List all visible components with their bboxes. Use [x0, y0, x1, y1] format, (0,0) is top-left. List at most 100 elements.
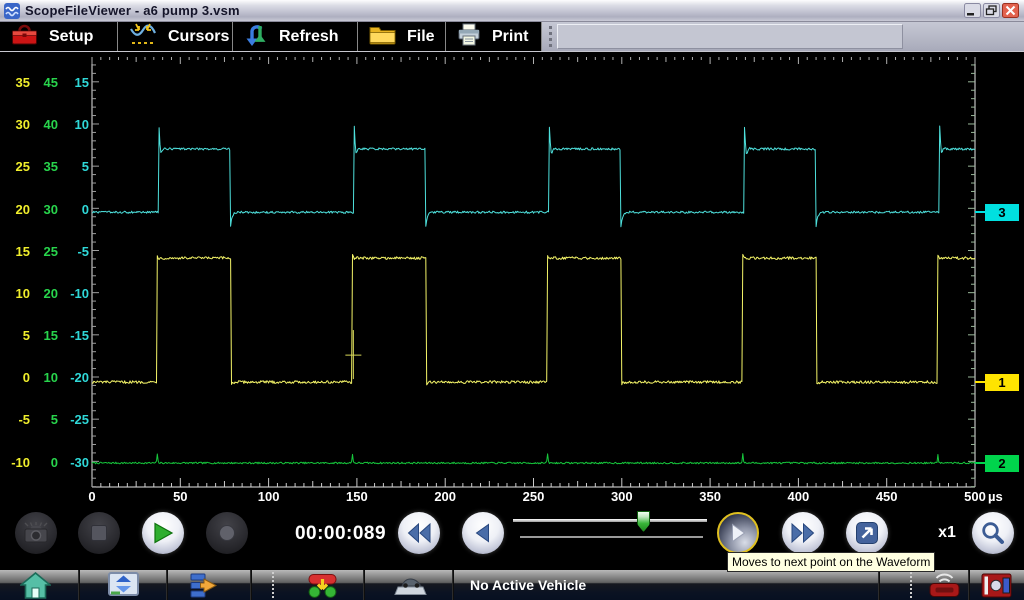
x-axis-unit: µs	[988, 489, 1003, 504]
fast-forward-button[interactable]	[782, 512, 824, 554]
y-axis-label-ch3: -10	[58, 285, 89, 303]
y-axis-label-ch3: 5	[58, 158, 89, 176]
toolbar-button-label: Cursors	[168, 28, 229, 46]
folder-icon	[369, 24, 396, 50]
y-axis-label-ch2: 40	[28, 116, 58, 134]
toolbar-button-cursors[interactable]: Cursors	[118, 22, 233, 51]
toolbar-button-label: Refresh	[279, 28, 339, 46]
channel-badge-1[interactable]: 1	[985, 374, 1019, 391]
taskbar: No Active Vehicle	[0, 570, 1024, 600]
window-title: ScopeFileViewer - a6 pump 3.vsm	[25, 3, 240, 18]
taskbar-separator	[78, 570, 80, 600]
waveform-plot[interactable]	[0, 52, 1024, 507]
toolbar-button-print[interactable]: Print	[446, 22, 542, 51]
vehicle-select-button[interactable]	[306, 572, 339, 600]
x-axis-label: 250	[509, 489, 559, 505]
y-axis-label-ch3: -30	[58, 454, 89, 472]
step-forward-icon	[727, 522, 749, 544]
position-slider-groove	[520, 536, 703, 538]
taskbar-separator	[452, 570, 454, 600]
cursors-icon	[129, 22, 157, 51]
stop-button[interactable]	[78, 512, 120, 554]
taskbar-separator	[166, 570, 168, 600]
close-button[interactable]	[1002, 3, 1019, 18]
y-axis-label-ch3: -25	[58, 411, 89, 429]
scope-display: 35302520151050-5-10454035302520151050151…	[0, 52, 1024, 507]
forms-button[interactable]	[190, 572, 219, 600]
play-button[interactable]	[142, 512, 184, 554]
toolbar-button-label: File	[407, 28, 435, 46]
title-bar: ScopeFileViewer - a6 pump 3.vsm	[0, 0, 1024, 22]
x-axis-label: 200	[420, 489, 470, 505]
taskbar-dotted-separator	[272, 572, 274, 598]
taskbar-separator	[363, 570, 365, 600]
zoom-factor-label: x1	[930, 524, 964, 542]
fast-forward-icon	[790, 522, 816, 544]
channel-badge-3[interactable]: 3	[985, 204, 1019, 221]
channel-badge-2[interactable]: 2	[985, 455, 1019, 472]
channel-badge-leader	[975, 381, 985, 383]
x-axis-label: 0	[67, 489, 117, 505]
rewind-icon	[406, 522, 432, 544]
y-axis-label-ch3: 10	[58, 116, 89, 134]
data-exchange-button[interactable]	[108, 572, 139, 600]
zoom-button[interactable]	[972, 512, 1014, 554]
x-axis-label: 150	[332, 489, 382, 505]
record-button[interactable]	[206, 512, 248, 554]
channel-badge-leader	[975, 211, 985, 213]
y-axis-label-ch3: -5	[58, 243, 89, 261]
toolbar-button-file[interactable]: File	[358, 22, 446, 51]
y-axis-label-ch2: 0	[28, 454, 58, 472]
snapshot-button[interactable]	[15, 512, 57, 554]
magnifier-icon	[980, 520, 1007, 547]
y-axis-label-ch2: 10	[28, 369, 58, 387]
y-axis-label-ch1: 20	[0, 201, 30, 219]
x-axis-label: 400	[773, 489, 823, 505]
step-forward-button[interactable]	[717, 512, 759, 554]
module-status-button[interactable]	[980, 572, 1013, 600]
position-slider-thumb[interactable]	[637, 511, 650, 532]
y-axis-label-ch1: -5	[0, 411, 30, 429]
step-back-icon	[472, 522, 494, 544]
refresh-icon	[244, 22, 268, 52]
window-controls	[964, 3, 1019, 18]
position-slider-track[interactable]	[513, 519, 707, 522]
toolbar-buttons: Setup Cursors Refresh File Print	[0, 22, 542, 51]
minimize-button[interactable]	[964, 3, 981, 18]
toolbar: Setup Cursors Refresh File Print	[0, 22, 1024, 52]
active-vehicle-status: No Active Vehicle	[470, 577, 586, 593]
y-axis-label-ch2: 25	[28, 243, 58, 261]
toolbar-raised-panel	[557, 24, 903, 49]
vehicle-data-button[interactable]	[394, 572, 427, 600]
rewind-button[interactable]	[398, 512, 440, 554]
y-axis-label-ch1: 25	[0, 158, 30, 176]
x-axis-label: 50	[155, 489, 205, 505]
channel-badge-leader	[975, 462, 985, 464]
y-axis-label-ch1: 0	[0, 369, 30, 387]
x-axis-label: 450	[862, 489, 912, 505]
y-axis-label-ch3: 0	[58, 201, 89, 219]
restore-button[interactable]	[983, 3, 1000, 18]
toolbar-button-label: Print	[492, 28, 528, 46]
stop-icon	[87, 521, 111, 545]
y-axis-label-ch1: 5	[0, 327, 30, 345]
x-axis-label: 350	[685, 489, 735, 505]
y-axis-label-ch2: 35	[28, 158, 58, 176]
toolbar-button-refresh[interactable]: Refresh	[233, 22, 358, 51]
home-button[interactable]	[20, 572, 51, 600]
export-icon	[854, 520, 880, 546]
waveform-cursor[interactable]	[345, 330, 361, 379]
y-axis-label-ch2: 20	[28, 285, 58, 303]
taskbar-separator	[878, 570, 880, 600]
time-display: 00:00:089	[293, 523, 388, 545]
wireless-button[interactable]	[926, 572, 963, 600]
y-axis-label-ch1: -10	[0, 454, 30, 472]
camera-icon	[22, 520, 50, 546]
taskbar-dotted-separator	[910, 572, 912, 598]
exit-review-button[interactable]	[846, 512, 888, 554]
step-back-button[interactable]	[462, 512, 504, 554]
toolbox-icon	[11, 23, 38, 51]
toolbar-button-setup[interactable]: Setup	[0, 22, 118, 51]
y-axis-label-ch1: 35	[0, 74, 30, 92]
tooltip: Moves to next point on the Waveform	[727, 552, 935, 572]
